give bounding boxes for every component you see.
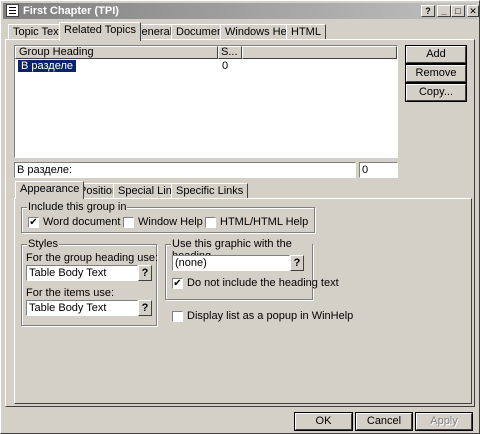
minimize-button[interactable]: _ <box>437 5 451 17</box>
apply-button-label: Apply <box>430 415 458 427</box>
graphic-field[interactable]: (none) <box>172 255 290 271</box>
column-header-filler <box>242 46 397 59</box>
group-number-field[interactable]: 0 <box>359 162 398 178</box>
add-button[interactable]: Add <box>405 45 467 64</box>
document-icon <box>6 4 19 17</box>
window-title: First Chapter (TPI) <box>23 5 119 17</box>
window-help-label: Window Help <box>138 216 203 228</box>
table-cell-heading: В разделе <box>16 59 78 73</box>
tab-label: HTML <box>291 26 321 38</box>
word-document-checkbox[interactable]: ✔ <box>28 217 39 228</box>
cancel-button-label: Cancel <box>366 415 402 427</box>
graphic-group-box: Use this graphic with the heading (none)… <box>165 238 339 300</box>
maximize-button[interactable]: □ <box>451 5 465 17</box>
dialog-window: First Chapter (TPI) ? _ □ ✕ Topic Text R… <box>0 0 480 434</box>
title-bar[interactable]: First Chapter (TPI) ? _ □ ✕ <box>3 3 479 19</box>
graphic-browse-button[interactable]: ? <box>290 255 304 271</box>
copy-button-label: Copy... <box>418 86 454 98</box>
tab-label: Related Topics <box>64 24 136 36</box>
no-heading-text-label: Do not include the heading text <box>187 277 339 289</box>
help-button[interactable]: ? <box>421 5 435 17</box>
group-heading-field[interactable]: В разделе: <box>14 162 356 178</box>
styles-legend: Styles <box>27 238 59 250</box>
ok-button[interactable]: OK <box>294 412 353 431</box>
group-heading-style-browse-button[interactable]: ? <box>138 265 152 281</box>
group-heading-style-label: For the group heading use: <box>26 252 159 264</box>
tab-html[interactable]: HTML <box>286 24 326 40</box>
items-style-field[interactable]: Table Body Text <box>26 300 138 316</box>
tab-appearance[interactable]: Appearance <box>15 181 85 199</box>
styles-group-box: Styles For the group heading use: Table … <box>21 238 159 326</box>
word-document-label: Word document <box>43 216 121 228</box>
tab-label: Windows Help <box>225 26 296 38</box>
items-style-browse-button[interactable]: ? <box>138 300 152 316</box>
table-cell-s: 0 <box>222 60 229 72</box>
groups-table[interactable]: Group Heading S... В разделе 0 <box>14 45 398 158</box>
cancel-button[interactable]: Cancel <box>355 412 413 431</box>
column-header-s[interactable]: S... <box>218 46 242 59</box>
remove-button-label: Remove <box>415 67 457 79</box>
window-help-checkbox[interactable] <box>123 217 134 228</box>
html-help-label: HTML/HTML Help <box>220 216 309 228</box>
appearance-panel: Include this group in ✔ Word document Wi… <box>14 198 472 404</box>
group-heading-style-field[interactable]: Table Body Text <box>26 265 138 281</box>
include-group-legend: Include this group in <box>27 201 128 213</box>
column-header-label: S... <box>221 46 238 58</box>
items-style-label: For the items use: <box>26 287 115 299</box>
tab-specific-links[interactable]: Specific Links <box>171 183 249 199</box>
include-group-box: Include this group in ✔ Word document Wi… <box>21 201 315 233</box>
tab-topic-text[interactable]: Topic Text <box>8 24 67 40</box>
tab-label: Specific Links <box>176 185 244 197</box>
popup-winhelp-checkbox[interactable] <box>172 311 183 322</box>
close-button[interactable]: ✕ <box>467 5 479 17</box>
ok-button-label: OK <box>315 415 332 427</box>
add-button-label: Add <box>426 48 446 60</box>
copy-button[interactable]: Copy... <box>405 83 467 102</box>
table-row[interactable]: В разделе 0 <box>15 59 397 73</box>
remove-button[interactable]: Remove <box>405 64 467 83</box>
column-header-label: Group Heading <box>19 46 94 58</box>
related-topics-panel: Group Heading S... В разделе 0 Add Remov… <box>5 39 475 407</box>
no-heading-text-checkbox[interactable]: ✔ <box>172 278 183 289</box>
popup-winhelp-label: Display list as a popup in WinHelp <box>187 310 354 322</box>
tab-related-topics[interactable]: Related Topics <box>59 22 141 41</box>
column-header-group-heading[interactable]: Group Heading <box>15 46 218 59</box>
apply-button[interactable]: Apply <box>415 412 473 431</box>
tab-label: Topic Text <box>13 26 62 38</box>
tab-label: Appearance <box>20 183 80 195</box>
tab-label: Document <box>176 26 227 38</box>
html-help-checkbox[interactable] <box>205 217 216 228</box>
